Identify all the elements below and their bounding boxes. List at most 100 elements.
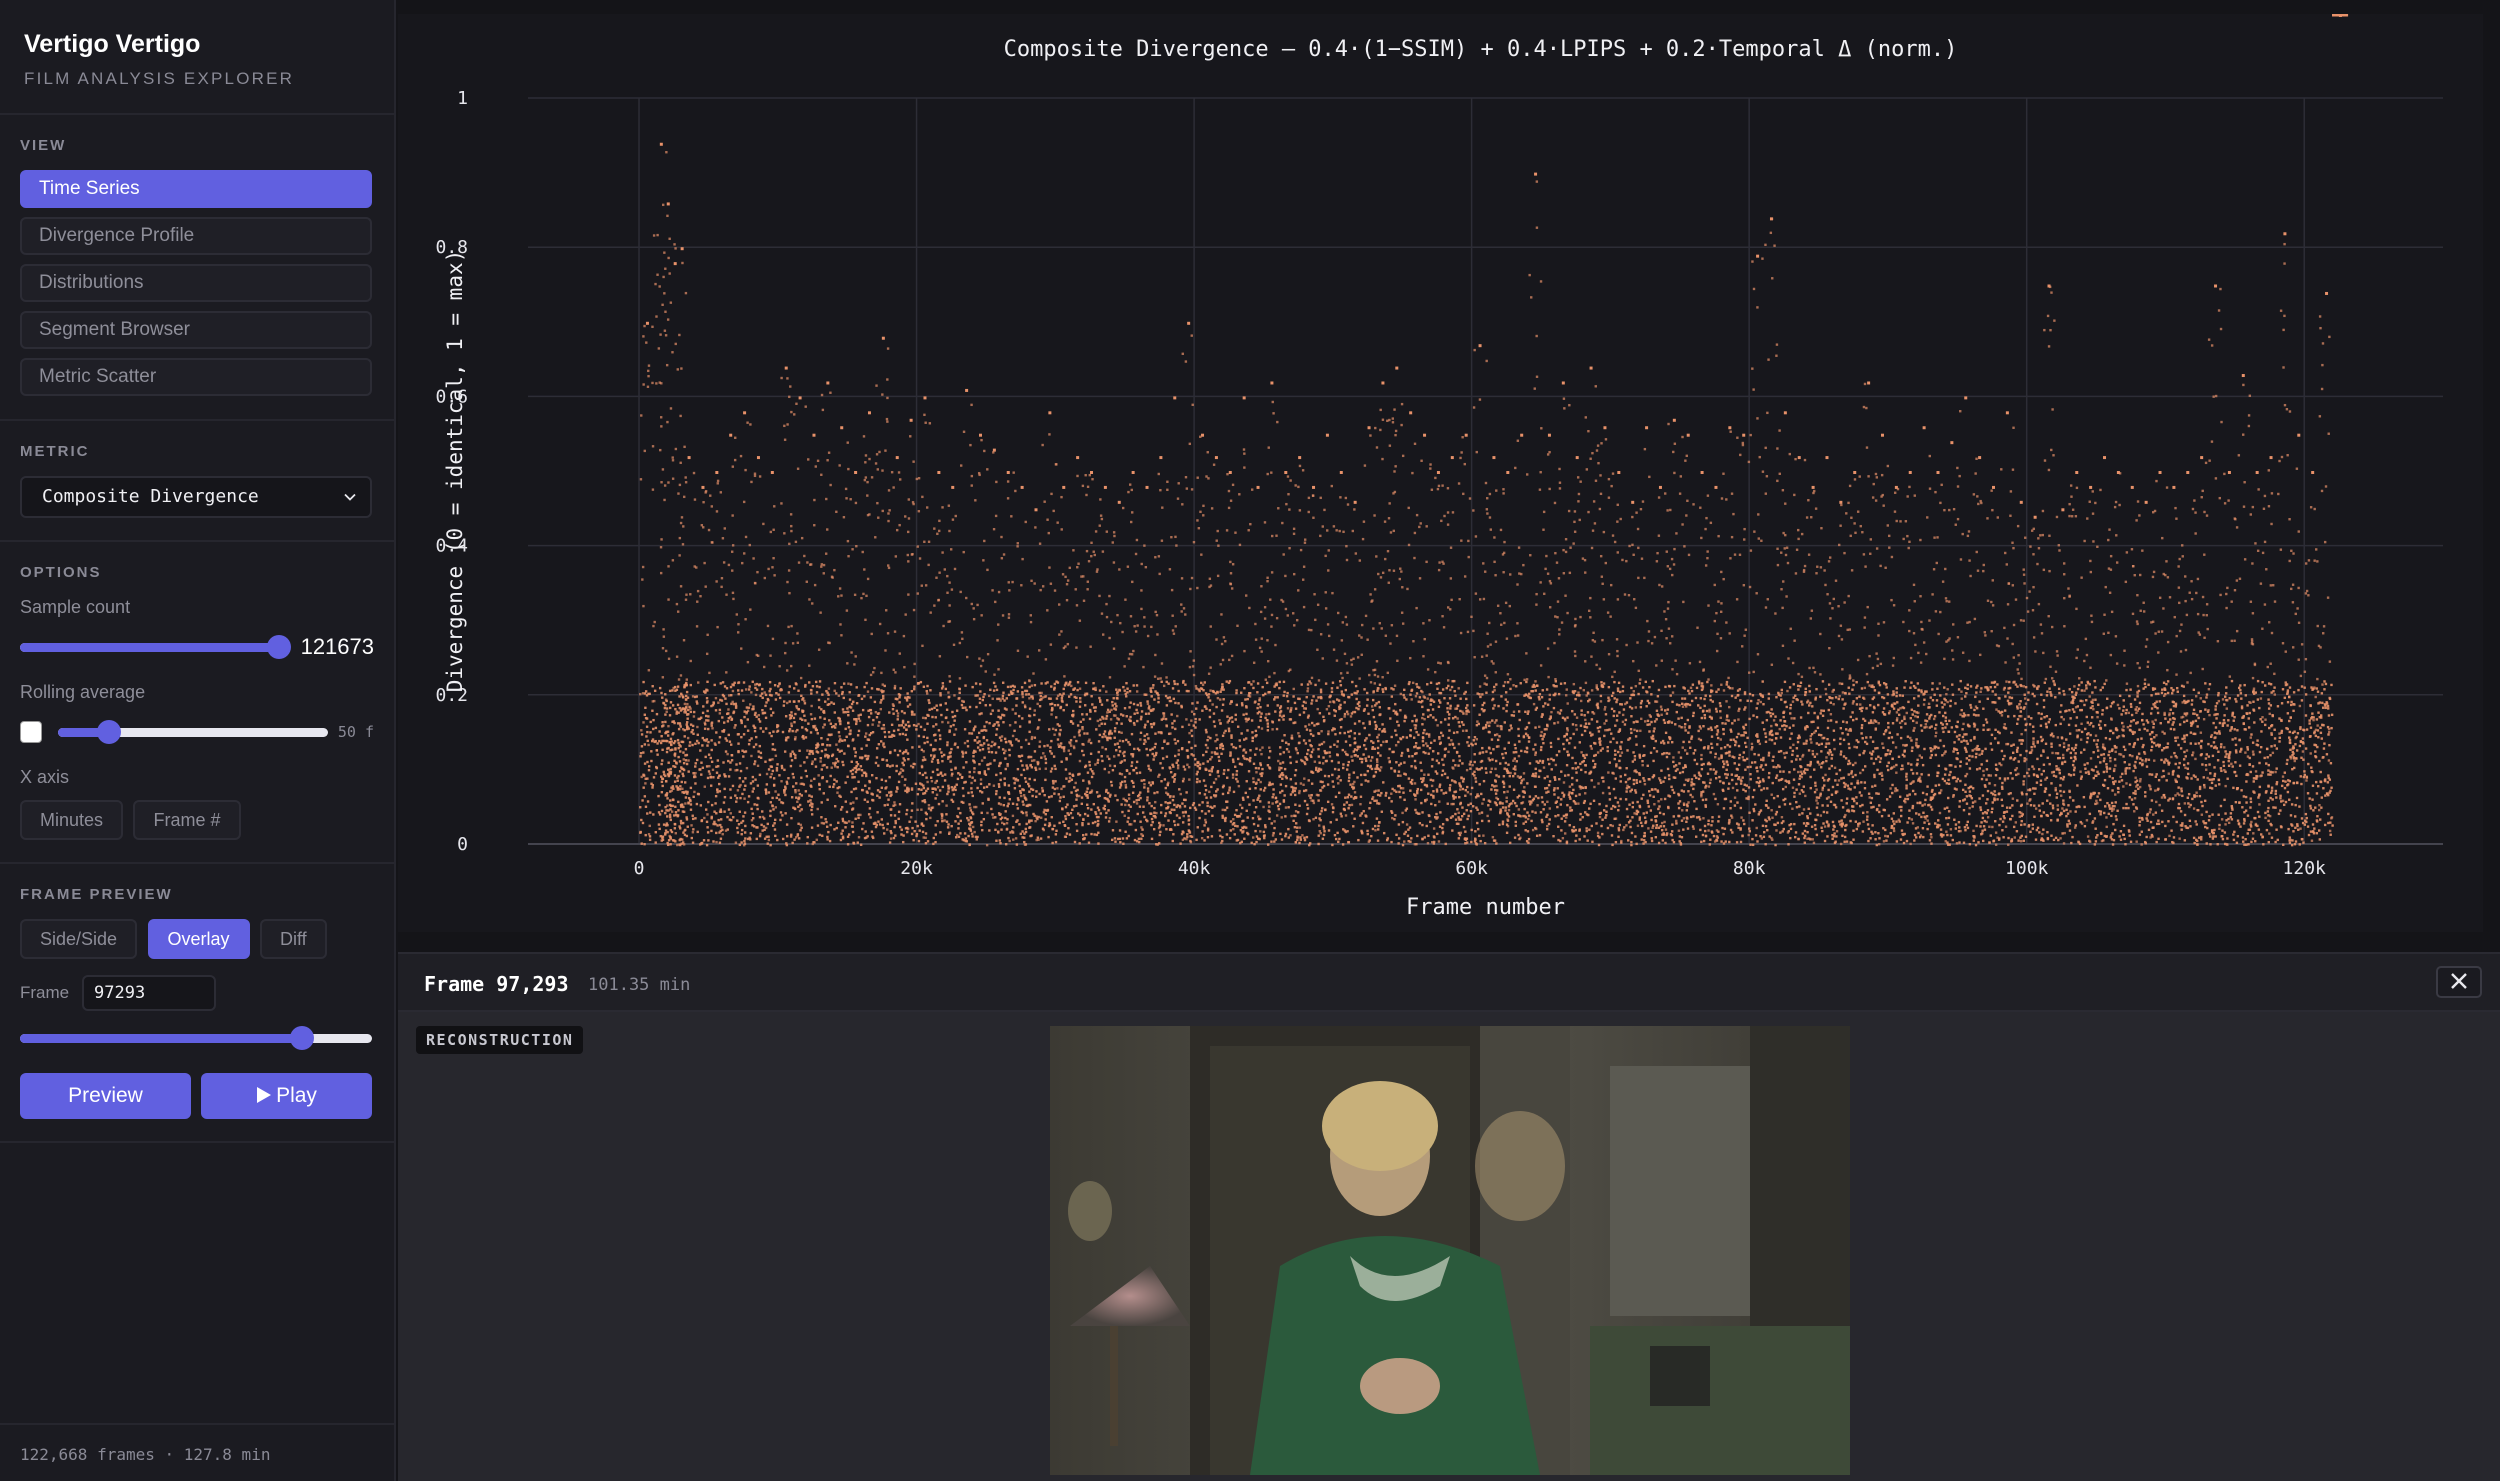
- x-axis-minutes-button[interactable]: Minutes: [20, 800, 124, 840]
- data-point: [670, 740, 673, 743]
- data-point: [649, 731, 652, 734]
- data-point: [885, 828, 889, 831]
- preview-button[interactable]: Preview: [20, 1073, 191, 1119]
- data-point: [1152, 707, 1155, 711]
- metric-select[interactable]: Composite Divergence: [20, 476, 372, 518]
- mode-side-by-side-button[interactable]: Side/Side: [20, 919, 138, 959]
- data-point: [1267, 660, 1270, 663]
- data-point: [936, 532, 939, 536]
- view-metric-scatter-button[interactable]: Metric Scatter: [20, 358, 372, 396]
- data-point: [796, 728, 799, 732]
- data-point: [1098, 794, 1101, 798]
- data-point: [867, 709, 870, 712]
- play-button[interactable]: Play: [201, 1073, 372, 1119]
- data-point: [1130, 653, 1134, 656]
- data-point: [1011, 580, 1014, 584]
- data-point: [973, 770, 976, 774]
- data-point: [980, 820, 983, 824]
- data-point: [804, 405, 807, 408]
- rolling-average-checkbox[interactable]: [20, 721, 42, 743]
- data-point: [949, 725, 953, 728]
- data-point: [1127, 657, 1131, 660]
- data-point: [700, 819, 703, 823]
- x-axis-frame-button[interactable]: Frame #: [133, 800, 241, 840]
- data-point: [741, 819, 745, 823]
- sample-count-slider-thumb[interactable]: [267, 635, 292, 659]
- data-point: [1243, 452, 1246, 455]
- frame-slider-thumb[interactable]: [289, 1026, 314, 1050]
- data-point: [757, 654, 760, 657]
- data-point: [893, 814, 897, 817]
- data-point: [1298, 791, 1301, 795]
- mode-diff-button[interactable]: Diff: [259, 919, 327, 959]
- data-point: [1299, 782, 1303, 785]
- data-point: [1106, 711, 1109, 714]
- data-point: [772, 808, 775, 811]
- view-distributions-button[interactable]: Distributions: [20, 264, 372, 302]
- data-point: [652, 234, 656, 237]
- data-point: [1248, 606, 1251, 610]
- data-point-peak: [680, 247, 684, 251]
- data-point: [1349, 783, 1352, 786]
- data-point: [780, 502, 783, 505]
- data-point: [1301, 469, 1305, 472]
- data-point: [1284, 574, 1287, 578]
- data-point: [1331, 591, 1334, 595]
- rolling-average-slider-thumb[interactable]: [97, 720, 122, 744]
- view-divergence-profile-button[interactable]: Divergence Profile: [20, 217, 372, 255]
- rolling-average-row: 50 f: [20, 715, 374, 749]
- mode-overlay-button[interactable]: Overlay: [147, 919, 250, 959]
- data-point: [1351, 782, 1355, 786]
- data-point: [1279, 710, 1283, 713]
- data-point: [980, 729, 983, 732]
- data-point: [794, 712, 797, 716]
- data-point: [1272, 793, 1275, 796]
- data-point: [1360, 636, 1363, 639]
- data-point: [880, 818, 883, 821]
- data-point: [1255, 781, 1258, 784]
- data-point: [877, 724, 880, 727]
- data-point: [1216, 574, 1220, 578]
- data-point: [771, 637, 775, 641]
- data-point: [1323, 830, 1326, 833]
- data-point: [688, 744, 691, 747]
- data-point: [1278, 802, 1282, 806]
- data-point: [1271, 834, 1275, 837]
- data-point: [732, 816, 735, 819]
- data-point: [1049, 582, 1053, 585]
- data-point: [1165, 755, 1169, 758]
- view-segment-browser-button[interactable]: Segment Browser: [20, 311, 372, 349]
- data-point: [1266, 579, 1269, 583]
- data-point: [743, 839, 746, 843]
- data-point: [1206, 804, 1209, 808]
- frame-number-input[interactable]: 97293: [82, 975, 216, 1011]
- data-point: [1118, 739, 1122, 743]
- data-point: [681, 708, 684, 711]
- data-point: [936, 773, 940, 777]
- data-point: [1279, 752, 1282, 756]
- data-point: [666, 734, 670, 737]
- sample-count-slider[interactable]: [20, 643, 290, 652]
- data-point: [1214, 795, 1217, 798]
- data-point: [1339, 703, 1342, 707]
- data-point: [666, 318, 670, 321]
- data-point: [886, 763, 889, 767]
- frame-slider[interactable]: [20, 1034, 372, 1043]
- data-point: [1246, 795, 1250, 799]
- view-time-series-button[interactable]: Time Series: [20, 170, 372, 208]
- data-point: [1001, 821, 1004, 825]
- data-point-peak: [1256, 485, 1260, 489]
- data-point: [1207, 672, 1211, 675]
- data-point: [682, 831, 685, 834]
- data-point: [746, 800, 750, 804]
- data-point: [1268, 750, 1272, 753]
- data-point: [1215, 747, 1219, 750]
- data-point: [1140, 710, 1144, 713]
- data-point: [712, 822, 715, 826]
- data-point: [1021, 830, 1024, 833]
- data-point: [1078, 842, 1081, 845]
- divergence-chart[interactable]: 00.20.40.60.810 20k 40k 60k 80k 100k 120kCompo…: [398, 14, 2483, 932]
- data-point: [1030, 787, 1033, 791]
- data-point: [1344, 496, 1348, 500]
- data-point: [1257, 817, 1261, 821]
